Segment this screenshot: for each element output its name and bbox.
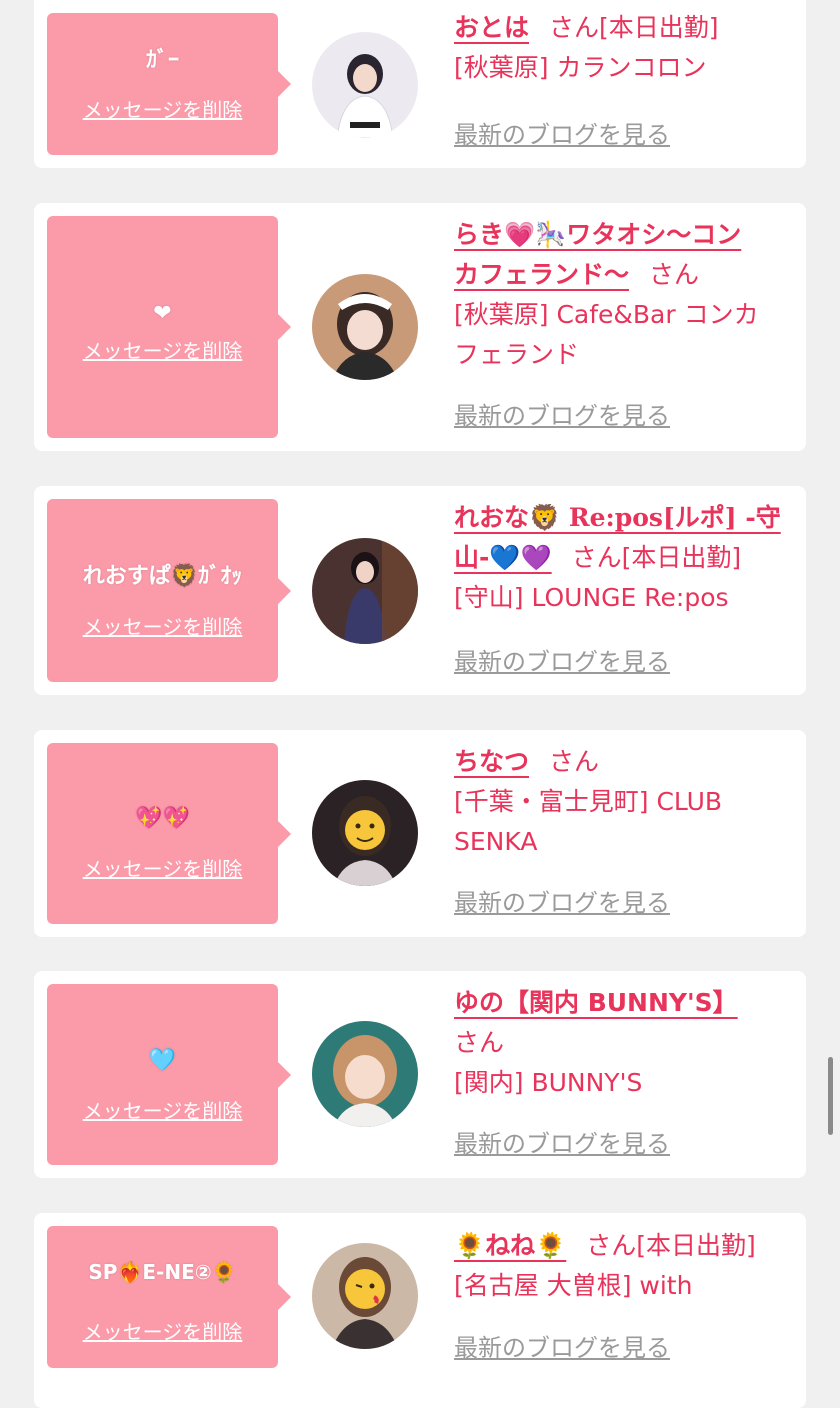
latest-blog-link[interactable]: 最新のブログを見る [454, 647, 670, 677]
cast-name-link[interactable]: ちなつ [454, 747, 529, 776]
honorific: さん [549, 13, 600, 42]
shop-location-cont: フェランド [454, 340, 580, 369]
message-text: ｶﾞｰ [145, 48, 179, 73]
info: れおな🦁 Re:pos[ルポ] -守 山-💙💜 さん[本日出勤] [守山] LOU… [454, 498, 794, 618]
message-bubble: SP❤️‍🔥E-NE②🌻 メッセージを削除 [47, 1226, 291, 1368]
latest-blog-link[interactable]: 最新のブログを見る [454, 401, 670, 431]
shop-location-cont: SENKA [454, 827, 538, 856]
cast-name-link[interactable]: らき💗🎠ワタオシ〜コン [454, 220, 741, 249]
message-bubble: 💖💖 メッセージを削除 [47, 743, 291, 924]
delete-message-link[interactable]: メッセージを削除 [47, 856, 278, 882]
favorite-card: 🩵 メッセージを削除 ゆの【関内 BUNNY'S】 さん [関内] BUNNY'… [34, 971, 806, 1178]
delete-message-link[interactable]: メッセージを削除 [47, 1319, 278, 1345]
message-text: SP❤️‍🔥E-NE②🌻 [88, 1260, 237, 1284]
honorific: さん [586, 1231, 637, 1260]
latest-blog-link[interactable]: 最新のブログを見る [454, 888, 670, 918]
latest-blog-link[interactable]: 最新のブログを見る [454, 1129, 670, 1159]
avatar[interactable] [312, 1021, 418, 1127]
message-bubble: ❤ メッセージを削除 [47, 216, 291, 438]
message-text: 💖💖 [135, 806, 190, 831]
avatar[interactable] [312, 1243, 418, 1349]
info: 🌻ねね🌻 さん[本日出勤] [名古屋 大曽根] with [454, 1226, 794, 1306]
honorific: さん [571, 543, 622, 572]
info: ちなつ さん [千葉・富士見町] CLUB SENKA [454, 742, 794, 862]
cast-name-link-cont[interactable]: カフェランド〜 [454, 260, 629, 289]
delete-message-link[interactable]: メッセージを削除 [47, 1098, 278, 1124]
avatar[interactable] [312, 32, 418, 138]
favorite-card: 💖💖 メッセージを削除 ちなつ さん [千葉・富士見町] CLUB SENKA 最… [34, 730, 806, 937]
delete-message-link[interactable]: メッセージを削除 [47, 338, 278, 364]
shop-location: [秋葉原] Cafe&Bar コンカ [454, 300, 759, 329]
on-duty-badge: [本日出勤] [621, 543, 742, 572]
info: おとは さん[本日出勤] [秋葉原] カランコロン [454, 8, 794, 88]
message-bubble: れおすぱ🦁ｶﾞｵｯ メッセージを削除 [47, 499, 291, 682]
message-bubble: 🩵 メッセージを削除 [47, 984, 291, 1165]
avatar[interactable] [312, 538, 418, 644]
favorite-card: ❤ メッセージを削除 らき💗🎠ワタオシ〜コン カフェランド〜 さん [秋葉原] C… [34, 203, 806, 451]
info: らき💗🎠ワタオシ〜コン カフェランド〜 さん [秋葉原] Cafe&Bar コンカ… [454, 215, 794, 375]
favorite-card: れおすぱ🦁ｶﾞｵｯ メッセージを削除 れおな🦁 Re:pos[ルポ] -守 山-… [34, 486, 806, 695]
shop-location: [秋葉原] カランコロン [454, 53, 707, 82]
avatar[interactable] [312, 780, 418, 886]
shop-location: [千葉・富士見町] CLUB [454, 787, 723, 816]
favorite-card: ｶﾞｰ メッセージを削除 おとは さん[本日出勤] [秋葉原] カランコロン 最新… [34, 0, 806, 168]
message-text: 🩵 [148, 1048, 177, 1073]
message-text: れおすぱ🦁ｶﾞｵｯ [82, 564, 243, 589]
avatar[interactable] [312, 274, 418, 380]
cast-name-link[interactable]: おとは [454, 13, 529, 42]
on-duty-badge: [本日出勤] [599, 13, 719, 42]
message-bubble: ｶﾞｰ メッセージを削除 [47, 13, 291, 155]
latest-blog-link[interactable]: 最新のブログを見る [454, 120, 670, 150]
cast-name-link-cont[interactable]: 山-💙💜 [454, 543, 552, 572]
message-text: ❤ [153, 301, 172, 326]
cast-name-link[interactable]: ゆの【関内 BUNNY'S】 [454, 988, 738, 1017]
shop-location: [名古屋 大曽根] with [454, 1271, 693, 1300]
delete-message-link[interactable]: メッセージを削除 [47, 614, 278, 640]
scrollbar[interactable] [828, 1057, 833, 1135]
favorite-card: SP❤️‍🔥E-NE②🌻 メッセージを削除 🌻ねね🌻 さん[本日出勤] [名古屋 … [34, 1213, 806, 1408]
on-duty-badge: [本日出勤] [636, 1231, 756, 1260]
latest-blog-link[interactable]: 最新のブログを見る [454, 1333, 670, 1363]
info: ゆの【関内 BUNNY'S】 さん [関内] BUNNY'S [454, 983, 794, 1103]
honorific: さん [649, 260, 700, 289]
honorific: さん [549, 747, 600, 776]
cast-name-link[interactable]: 🌻ねね🌻 [454, 1231, 566, 1260]
shop-location: [関内] BUNNY'S [454, 1068, 643, 1097]
honorific: さん [454, 1028, 505, 1057]
cast-name-link[interactable]: れおな🦁 Re:pos[ルポ] -守 [454, 503, 781, 532]
shop-location: [守山] LOUNGE Re:pos [454, 583, 729, 612]
delete-message-link[interactable]: メッセージを削除 [47, 97, 278, 123]
